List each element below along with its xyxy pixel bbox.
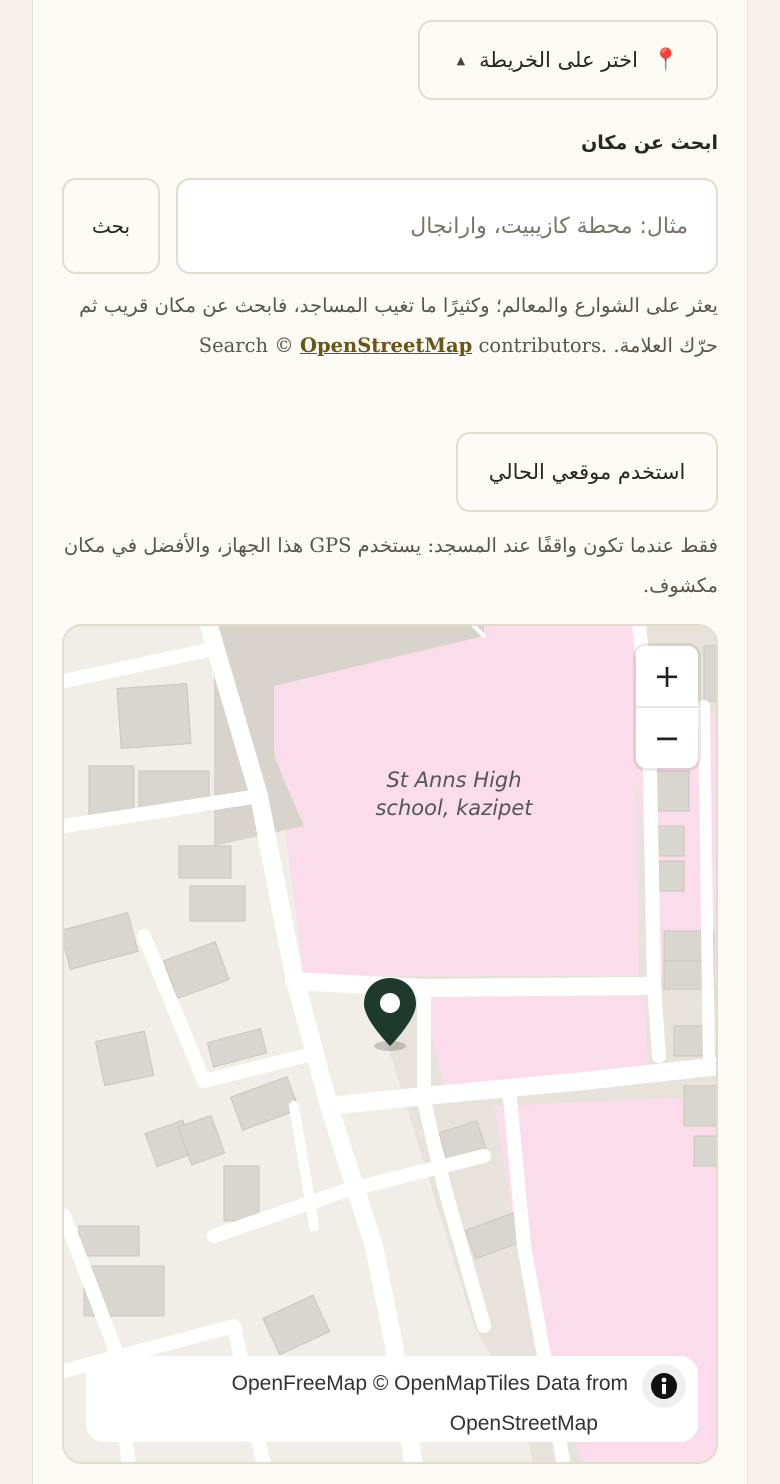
search-help-text: يعثر على الشوارع والمعالم؛ وكثيرًا ما تغ… [62, 286, 718, 366]
zoom-control: + − [636, 646, 698, 768]
caret-up-icon: ▲ [456, 53, 466, 67]
map-attribution: OpenFreeMap © OpenMapTiles Data from Ope… [86, 1356, 698, 1442]
location-marker-icon[interactable] [362, 976, 418, 1052]
zoom-in-button[interactable]: + [636, 646, 698, 706]
attribution-line-2[interactable]: OpenStreetMap [110, 1404, 628, 1444]
openstreetmap-link[interactable]: OpenStreetMap [300, 334, 472, 357]
help-prefix: Search © [198, 334, 294, 357]
search-field[interactable] [176, 178, 718, 274]
pick-on-map-button[interactable]: 📍 اختر على الخريطة ▲ [418, 20, 718, 100]
search-input[interactable] [178, 213, 688, 239]
search-label: ابحث عن مكان [581, 132, 718, 154]
map[interactable]: St Anns High school, kazipet + − OpenFre… [62, 624, 718, 1464]
info-icon[interactable] [642, 1364, 686, 1408]
use-current-location-button[interactable]: استخدم موقعي الحالي [456, 432, 718, 512]
zoom-out-button[interactable]: − [636, 708, 698, 768]
school-map-label: St Anns High school, kazipet [375, 768, 533, 820]
gps-help-text: فقط عندما تكون واقفًا عند المسجد: يستخدم… [63, 534, 718, 597]
pick-on-map-label: اختر على الخريطة [479, 48, 638, 72]
attribution-line-1: OpenFreeMap © OpenMapTiles Data from [231, 1372, 628, 1395]
search-button[interactable]: بحث [62, 178, 160, 274]
map-pin-icon: 📍 [651, 47, 680, 73]
help-suffix: contributors. [478, 334, 608, 357]
